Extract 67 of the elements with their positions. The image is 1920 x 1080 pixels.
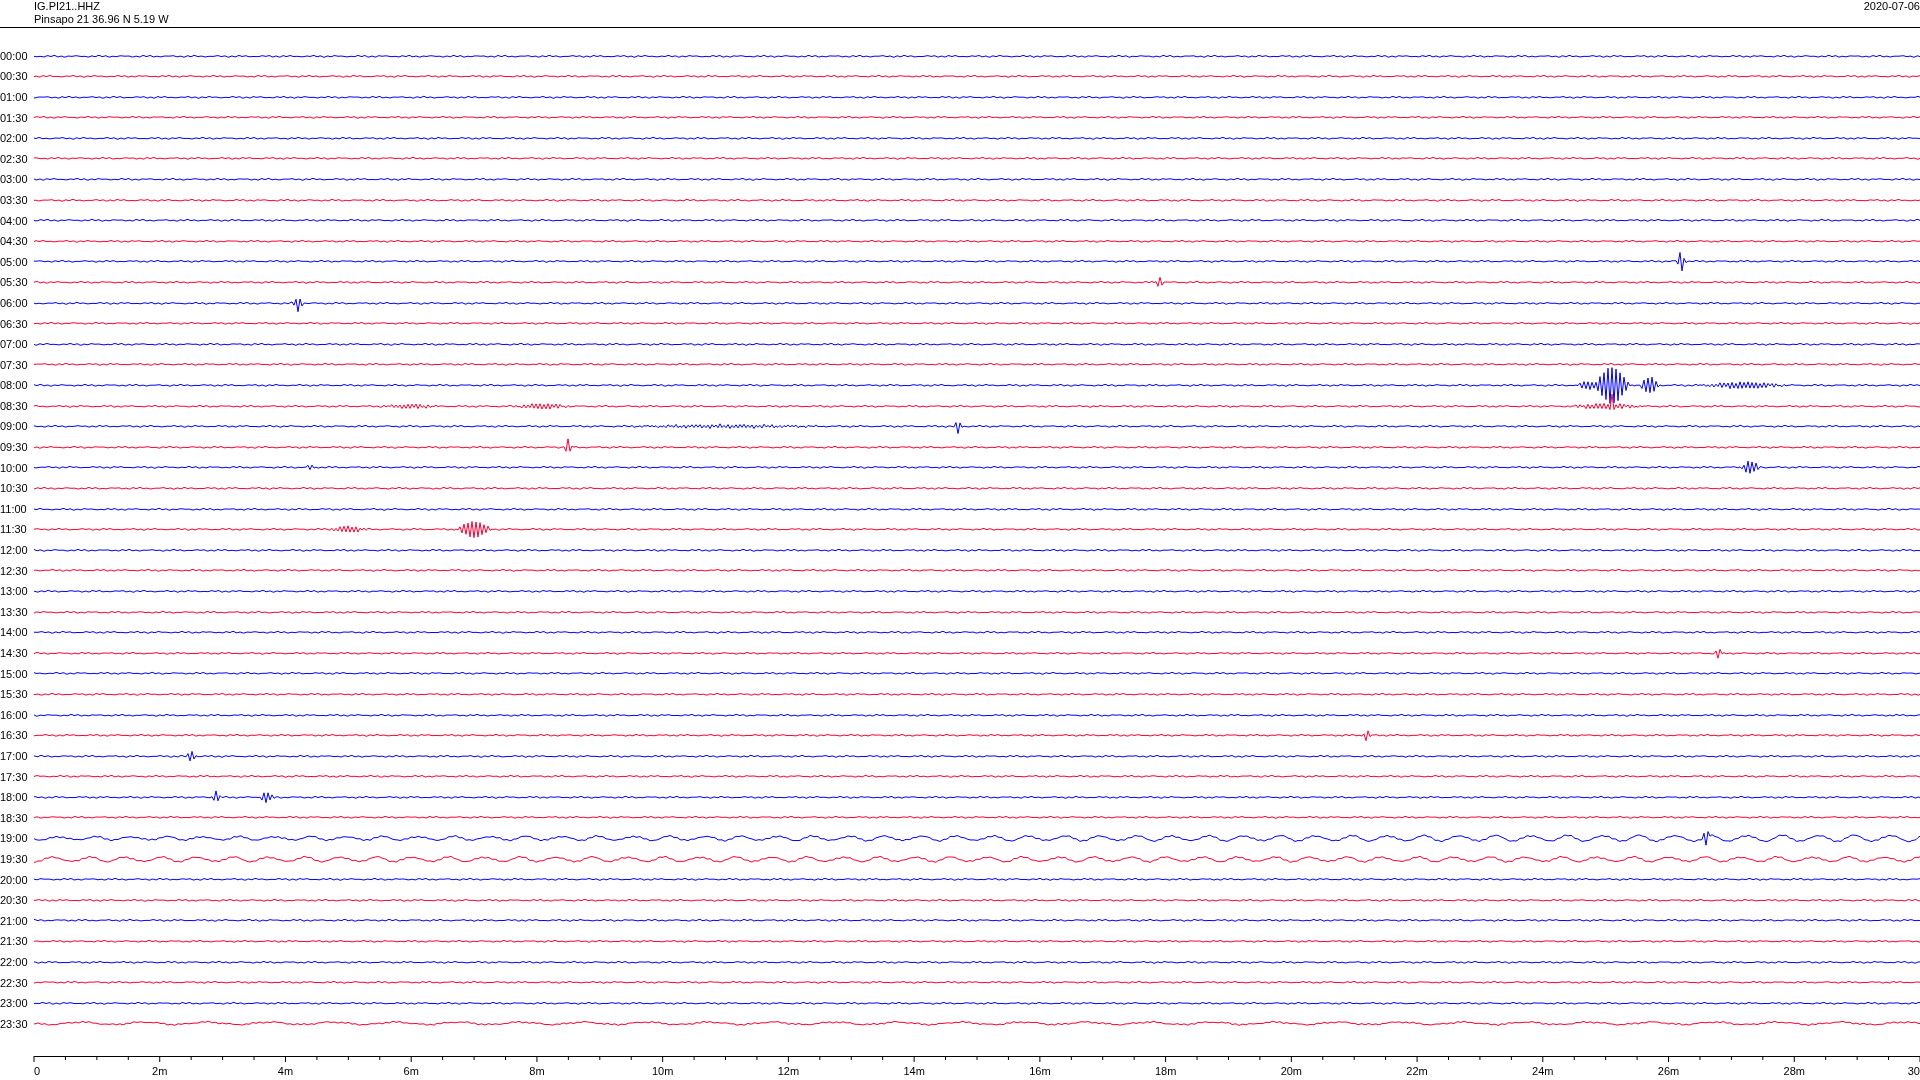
time-label: 11:30 (0, 523, 28, 536)
axis-label: 10m (651, 1065, 674, 1077)
time-label: 06:30 (0, 317, 29, 330)
time-label: 05:00 (0, 255, 29, 268)
axis-label: 26m (1657, 1065, 1680, 1077)
time-label: 04:00 (0, 214, 29, 227)
axis-label: 4m (277, 1065, 294, 1077)
time-label: 17:30 (0, 770, 29, 783)
time-label: 22:00 (0, 955, 29, 968)
axis-label: 0 (34, 1065, 41, 1077)
time-label: 10:00 (0, 461, 29, 474)
time-label: 05:30 (0, 276, 29, 289)
time-label: 21:30 (0, 935, 29, 948)
axis-label: 6m (403, 1065, 419, 1077)
time-label: 02:00 (0, 132, 29, 145)
time-label: 03:00 (0, 173, 29, 186)
time-label: 18:30 (0, 811, 29, 824)
channel-code: IG.PI21..HHZ (34, 0, 102, 13)
time-label: 17:00 (0, 750, 29, 762)
time-label: 16:00 (0, 708, 29, 721)
time-label: 16:30 (0, 729, 29, 742)
time-label: 21:00 (0, 914, 29, 927)
time-label: 19:00 (0, 832, 29, 845)
time-label: 13:00 (0, 585, 29, 598)
time-label: 01:00 (0, 91, 29, 103)
time-label: 01:30 (0, 111, 29, 124)
time-label: 23:30 (0, 1017, 29, 1030)
time-label: 15:00 (0, 667, 29, 680)
axis-label: 14m (903, 1065, 925, 1077)
axis-label: 16m (1029, 1065, 1051, 1077)
time-label: 20:30 (0, 894, 29, 907)
time-label: 00:00 (0, 49, 29, 62)
time-label: 19:30 (0, 852, 29, 865)
time-label: 14:30 (0, 647, 29, 659)
station-info: Pinsapo 21 36.96 N 5.19 W (34, 13, 169, 26)
time-label: 06:00 (0, 296, 29, 309)
axis-label: 18m (1154, 1065, 1177, 1077)
time-label: 22:30 (0, 976, 29, 989)
time-label: 10:30 (0, 482, 29, 495)
time-label: 02:30 (0, 152, 29, 165)
time-label: 18:00 (0, 791, 29, 804)
time-label: 08:30 (0, 399, 29, 412)
time-label: 11:00 (0, 502, 28, 515)
axis-label: 30 (1907, 1065, 1920, 1077)
time-label: 09:00 (0, 420, 29, 433)
time-label: 13:30 (0, 605, 29, 618)
time-label: 00:30 (0, 70, 29, 83)
axis-label: 22m (1406, 1065, 1428, 1077)
axis-label: 12m (777, 1065, 800, 1077)
time-label: 07:00 (0, 338, 29, 351)
time-label: 04:30 (0, 235, 29, 248)
time-label: 07:30 (0, 358, 29, 371)
axis-label: 24m (1532, 1065, 1554, 1077)
time-label: 09:30 (0, 441, 29, 454)
time-label: 14:00 (0, 626, 29, 639)
time-label: 20:00 (0, 873, 29, 886)
time-label: 23:00 (0, 997, 29, 1010)
axis-label: 2m (152, 1065, 168, 1077)
time-label: 12:30 (0, 564, 29, 577)
time-label: 03:30 (0, 193, 29, 206)
time-label: 08:00 (0, 379, 29, 392)
axis-label: 28m (1783, 1065, 1805, 1077)
axis-label: 20m (1280, 1065, 1303, 1077)
axis-label: 8m (529, 1065, 545, 1077)
time-label: 15:30 (0, 688, 29, 701)
date-label: 2020-07-06 (1863, 0, 1920, 14)
time-label: 12:00 (0, 544, 29, 557)
